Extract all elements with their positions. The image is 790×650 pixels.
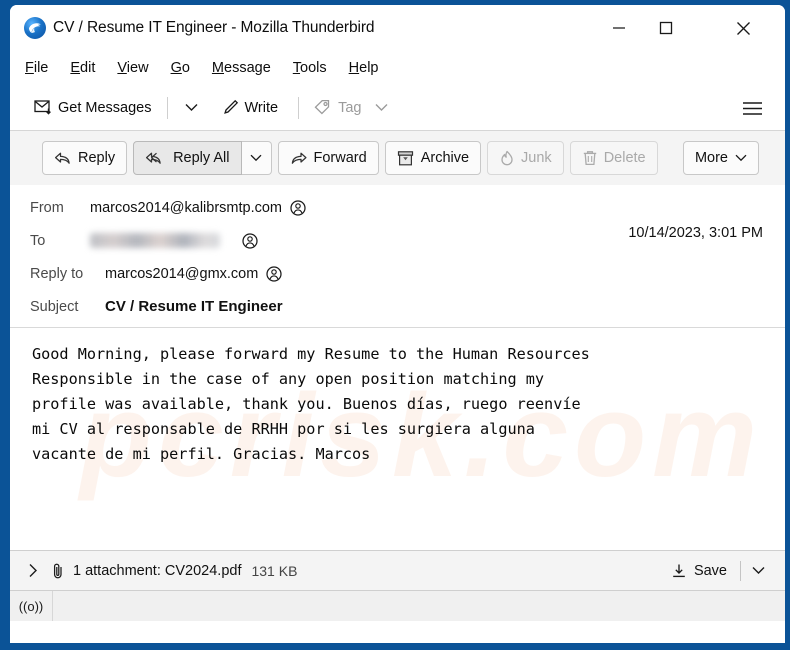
toolbar-divider-1 bbox=[166, 96, 168, 119]
main-toolbar: Get Messages Write Tag bbox=[10, 85, 785, 131]
header-row-subject: Subject CV / Resume IT Engineer bbox=[10, 290, 785, 323]
subject-label: Subject bbox=[30, 298, 79, 315]
window-title: CV / Resume IT Engineer - Mozilla Thunde… bbox=[53, 19, 375, 36]
attachment-summary[interactable]: 1 attachment: CV2024.pdf bbox=[73, 563, 241, 579]
contact-avatar-icon[interactable] bbox=[242, 232, 258, 249]
menu-tools[interactable]: Tools bbox=[293, 60, 327, 76]
archive-box-icon bbox=[397, 150, 415, 167]
save-divider bbox=[740, 560, 741, 581]
message-action-toolbar: Reply Reply All Forward Archive Junk Del… bbox=[10, 131, 785, 185]
chevron-right-icon[interactable] bbox=[28, 563, 39, 578]
attachment-actions: Save bbox=[665, 560, 769, 581]
thunderbird-icon bbox=[24, 17, 46, 39]
forward-label: Forward bbox=[313, 150, 367, 166]
title-bar: CV / Resume IT Engineer - Mozilla Thunde… bbox=[10, 5, 785, 51]
contact-avatar-icon[interactable] bbox=[290, 199, 306, 216]
forward-button[interactable]: Forward bbox=[277, 141, 379, 175]
save-attachment-button[interactable]: Save bbox=[665, 563, 733, 579]
message-body-text: Good Morning, please forward my Resume t… bbox=[32, 345, 590, 463]
to-value-redacted bbox=[90, 233, 220, 248]
pencil-icon bbox=[222, 99, 239, 116]
attachment-bar: 1 attachment: CV2024.pdf 131 KB Save bbox=[10, 550, 785, 590]
chevron-down-icon bbox=[735, 154, 747, 162]
menu-edit[interactable]: Edit bbox=[70, 60, 95, 76]
tag-button[interactable]: Tag bbox=[308, 93, 367, 123]
attachment-size: 131 KB bbox=[251, 562, 298, 579]
inbox-download-icon bbox=[34, 99, 52, 116]
get-messages-button[interactable]: Get Messages bbox=[28, 93, 158, 123]
from-value[interactable]: marcos2014@kalibrsmtp.com bbox=[90, 200, 282, 216]
junk-button[interactable]: Junk bbox=[487, 141, 564, 175]
reply-all-button[interactable]: Reply All bbox=[133, 141, 242, 175]
header-row-reply-to: Reply to marcos2014@gmx.com bbox=[10, 257, 785, 290]
write-label: Write bbox=[244, 99, 279, 116]
forward-arrow-icon bbox=[290, 151, 308, 166]
window-client-area: CV / Resume IT Engineer - Mozilla Thunde… bbox=[10, 5, 785, 643]
subject-value: CV / Resume IT Engineer bbox=[105, 298, 283, 315]
save-dropdown[interactable] bbox=[748, 566, 769, 575]
to-label: To bbox=[30, 232, 46, 249]
paperclip-icon bbox=[51, 562, 65, 580]
menu-help[interactable]: Help bbox=[349, 60, 379, 76]
menu-message[interactable]: Message bbox=[212, 60, 271, 76]
reply-button[interactable]: Reply bbox=[42, 141, 128, 175]
from-label: From bbox=[30, 199, 64, 216]
delete-label: Delete bbox=[603, 150, 646, 166]
reply-label: Reply bbox=[78, 150, 116, 166]
message-header-pane: From marcos2014@kalibrsmtp.com To Reply … bbox=[10, 185, 785, 327]
menu-go[interactable]: Go bbox=[171, 60, 190, 76]
reply-to-label: Reply to bbox=[30, 265, 84, 282]
reply-all-label: Reply All bbox=[173, 150, 230, 166]
menu-bar: File Edit View Go Message Tools Help bbox=[10, 51, 785, 85]
trash-icon bbox=[582, 150, 598, 167]
message-body-pane: pcrisk.com Good Morning, please forward … bbox=[10, 327, 785, 550]
hamburger-menu-icon[interactable] bbox=[737, 93, 767, 123]
save-label: Save bbox=[693, 562, 727, 579]
junk-label: Junk bbox=[521, 150, 552, 166]
tag-icon bbox=[314, 99, 332, 116]
reply-all-dropdown[interactable] bbox=[241, 141, 272, 175]
close-button[interactable] bbox=[720, 5, 767, 51]
write-button[interactable]: Write bbox=[216, 93, 285, 123]
minimize-button[interactable] bbox=[595, 5, 642, 51]
message-date: 10/14/2023, 3:01 PM bbox=[628, 225, 763, 241]
reply-to-value[interactable]: marcos2014@gmx.com bbox=[105, 266, 258, 282]
reply-arrow-icon bbox=[54, 151, 72, 166]
get-messages-label: Get Messages bbox=[58, 99, 152, 116]
archive-button[interactable]: Archive bbox=[384, 141, 482, 175]
toolbar-divider-2 bbox=[298, 96, 300, 119]
thunderbird-window: CV / Resume IT Engineer - Mozilla Thunde… bbox=[0, 0, 790, 650]
get-messages-dropdown[interactable] bbox=[177, 93, 206, 123]
more-label: More bbox=[694, 150, 728, 166]
header-row-from: From marcos2014@kalibrsmtp.com bbox=[10, 191, 785, 224]
download-icon bbox=[671, 563, 687, 579]
tag-label: Tag bbox=[338, 99, 362, 116]
menu-file[interactable]: File bbox=[25, 60, 48, 76]
maximize-button[interactable] bbox=[642, 5, 689, 51]
status-bar: ((o)) bbox=[10, 590, 785, 621]
tag-dropdown[interactable] bbox=[367, 93, 396, 123]
delete-button[interactable]: Delete bbox=[569, 141, 658, 175]
online-signal-icon[interactable]: ((o)) bbox=[10, 591, 53, 621]
archive-label: Archive bbox=[420, 150, 470, 166]
contact-avatar-icon[interactable] bbox=[266, 265, 282, 282]
reply-all-arrow-icon bbox=[145, 151, 167, 166]
flame-icon bbox=[499, 150, 515, 167]
menu-view[interactable]: View bbox=[117, 60, 148, 76]
more-button[interactable]: More bbox=[682, 141, 759, 175]
